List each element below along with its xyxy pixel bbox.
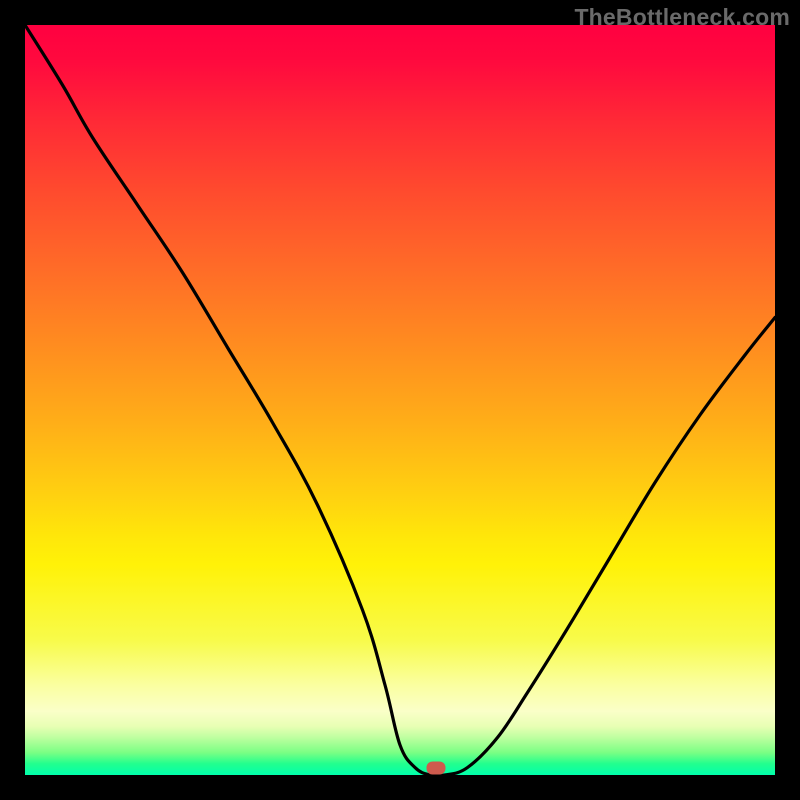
optimal-point-marker [427, 761, 446, 774]
plot-area [25, 25, 775, 775]
curve-svg [25, 25, 775, 775]
bottleneck-curve [25, 25, 775, 775]
watermark-text: TheBottleneck.com [574, 4, 790, 31]
chart-frame: TheBottleneck.com [0, 0, 800, 800]
